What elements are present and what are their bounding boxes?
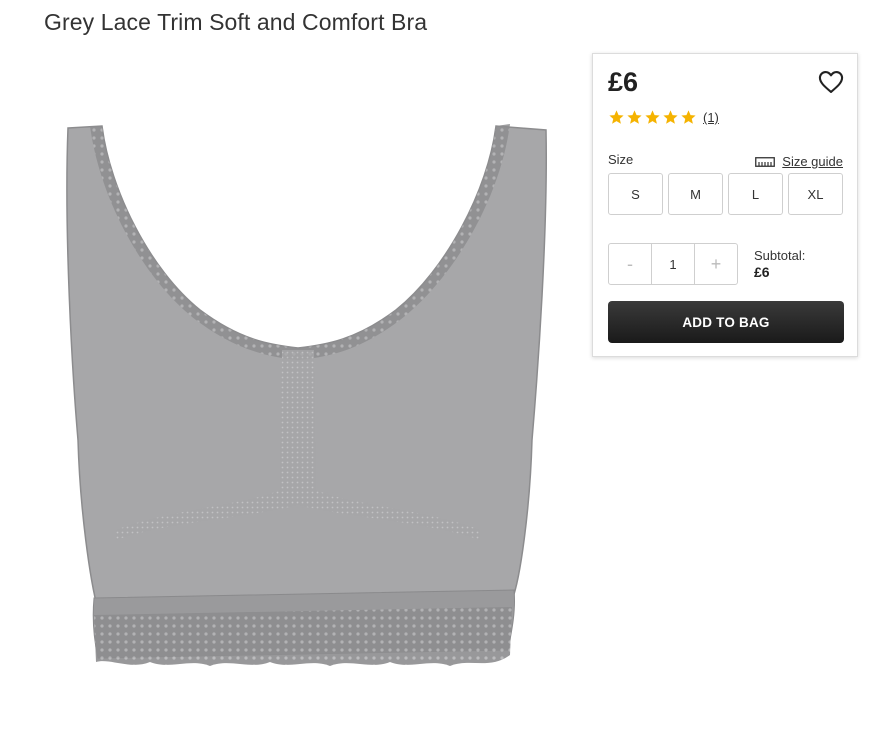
quantity-stepper: - 1 + [608,243,738,285]
product-title: Grey Lace Trim Soft and Comfort Bra [44,9,428,35]
review-count-link[interactable]: (1) [703,110,719,125]
increment-button[interactable]: + [695,244,737,284]
add-to-bag-button[interactable]: ADD TO BAG [608,301,844,343]
size-option-xl[interactable]: XL [788,173,843,215]
star-icon [627,110,642,124]
subtotal-label: Subtotal: [754,248,806,263]
decrement-button[interactable]: - [609,244,651,284]
size-options: S M L XL [608,173,843,215]
size-option-s[interactable]: S [608,173,663,215]
star-rating [608,109,697,126]
ruler-icon [755,156,776,167]
star-icon [663,110,678,124]
star-icon [609,110,624,124]
product-image [66,124,547,666]
size-option-l[interactable]: L [728,173,783,215]
heart-icon[interactable] [817,68,845,96]
size-guide-link[interactable]: Size guide [755,154,843,169]
quantity-input[interactable]: 1 [651,244,695,284]
star-icon [681,110,696,124]
size-option-m[interactable]: M [668,173,723,215]
rating: (1) [608,109,719,126]
buy-box: £6 (1) Size Size guide S M L XL - 1 + Su… [592,53,858,357]
subtotal-value: £6 [754,264,770,280]
star-icon [645,110,660,124]
size-label: Size [608,152,634,167]
price: £6 [608,67,639,97]
size-guide-label: Size guide [782,154,843,169]
subtotal: Subtotal: £6 [754,247,805,281]
